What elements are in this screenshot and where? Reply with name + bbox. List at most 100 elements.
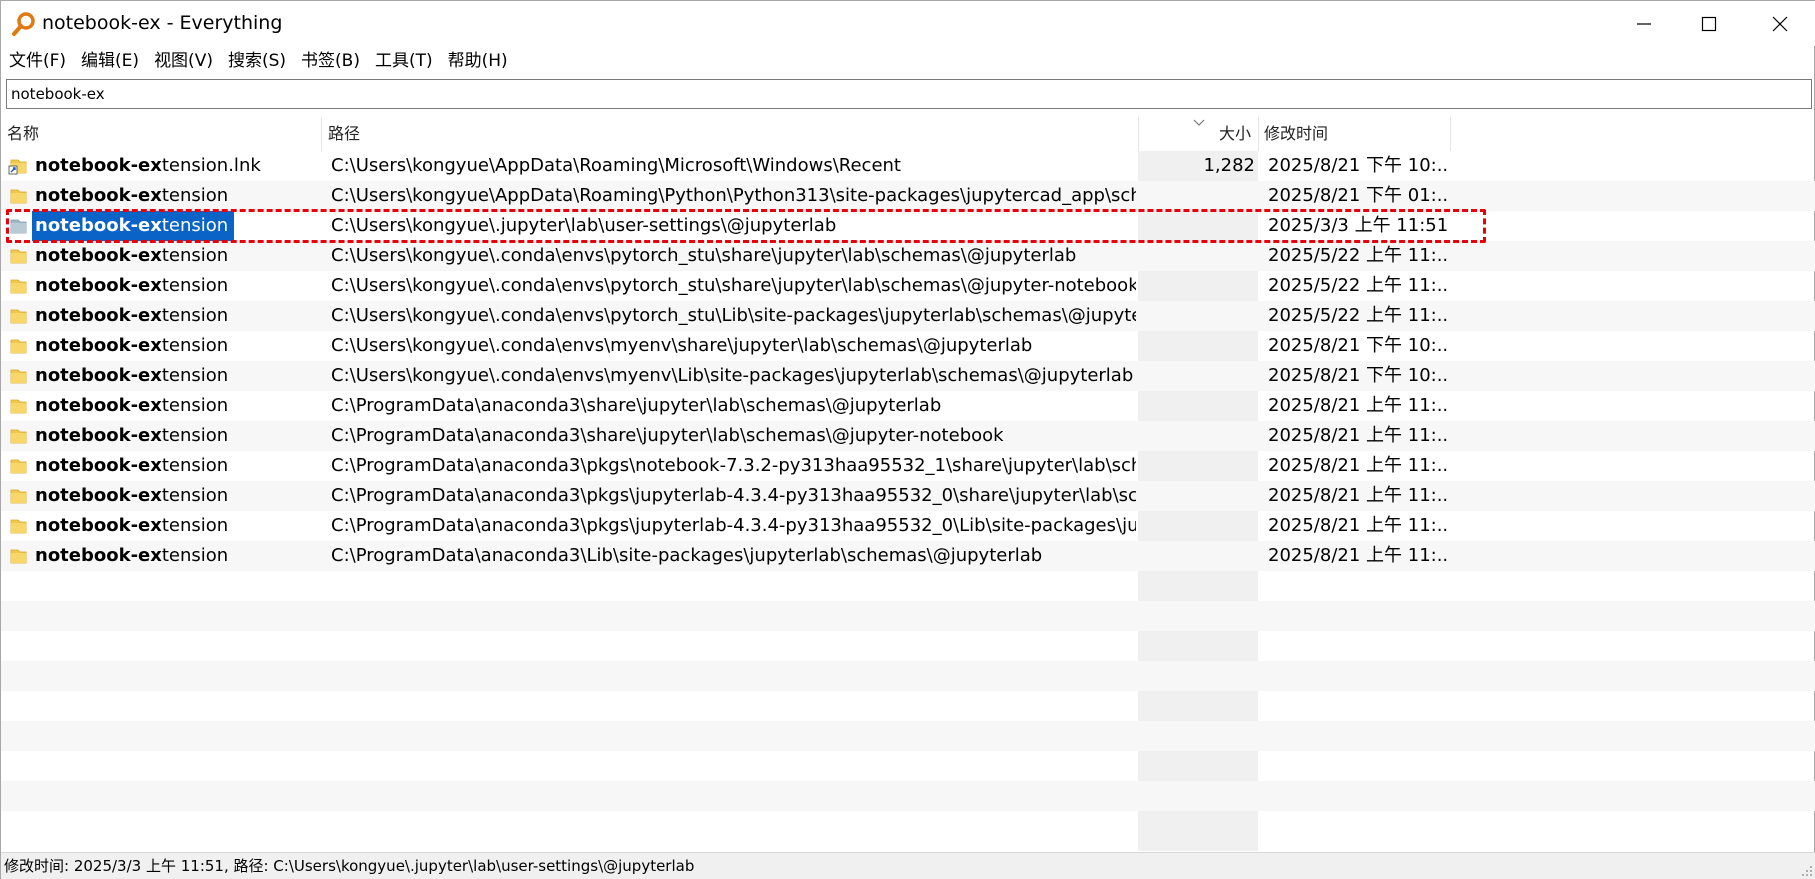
folder-icon [8,516,28,536]
modified-cell: 2025/3/3 上午 11:51 [1268,215,1448,236]
maximize-button[interactable] [1674,1,1744,46]
name-match-highlight: notebook-ex [35,485,162,506]
name-cell: notebook-extension [1,331,321,361]
menu-view[interactable]: 视图(V) [146,47,220,75]
path-cell: C:\ProgramData\anaconda3\share\jupyter\l… [331,395,942,416]
search-input[interactable] [7,80,1811,108]
status-bar: 修改时间: 2025/3/3 上午 11:51, 路径: C:\Users\ko… [1,852,1815,879]
name-match-highlight: notebook-ex [35,245,162,266]
menu-file[interactable]: 文件(F) [1,47,73,75]
name-rest: tension [161,515,229,536]
modified-cell: 2025/8/21 下午 10:... [1268,335,1448,356]
table-row[interactable]: notebook-extension C:\Users\kongyue\AppDa… [1,181,1815,211]
empty-row [1,751,1815,781]
name-match-highlight: notebook-ex [35,425,162,446]
search-box [6,79,1812,109]
path-cell: C:\Users\kongyue\.jupyter\lab\user-setti… [331,215,837,236]
name-cell: notebook-extension [1,451,321,481]
size-cell [1138,511,1255,541]
empty-row [1,781,1815,811]
path-cell: C:\Users\kongyue\.conda\envs\pytorch_stu… [331,275,1136,296]
modified-cell: 2025/8/21 上午 11:... [1268,425,1448,446]
column-header-size[interactable]: 大小 [1219,117,1251,151]
table-row[interactable]: notebook-extension C:\Users\kongyue\.cond… [1,241,1815,271]
column-header-modified[interactable]: 修改时间 [1264,117,1328,151]
file-name: notebook-extension [35,181,232,211]
name-cell: notebook-extension.lnk [1,151,321,181]
column-header-path[interactable]: 路径 [328,117,360,151]
menu-bar: 文件(F) 编辑(E) 视图(V) 搜索(S) 书签(B) 工具(T) 帮助(H… [1,46,515,76]
name-match-highlight: notebook-ex [35,155,162,176]
size-cell [1138,451,1255,481]
name-rest: tension.lnk [161,155,261,176]
size-cell [1138,361,1255,391]
minimize-button[interactable] [1609,1,1679,46]
folder-icon [8,546,28,566]
name-rest: tension [161,455,229,476]
table-row[interactable]: notebook-extension C:\ProgramData\anacond… [1,481,1815,511]
table-row[interactable]: notebook-extension C:\ProgramData\anacond… [1,421,1815,451]
name-match-highlight: notebook-ex [35,215,162,236]
menu-bookmarks[interactable]: 书签(B) [293,47,367,75]
table-row[interactable]: notebook-extension C:\Users\kongyue\.cond… [1,331,1815,361]
close-icon [1772,16,1788,31]
table-row[interactable]: notebook-extension C:\ProgramData\anacond… [1,541,1815,571]
column-divider[interactable] [321,117,322,151]
shortcut-icon [8,156,28,176]
folder-icon [8,246,28,266]
results-list[interactable]: notebook-extension.lnk C:\Users\kongyue\A… [1,151,1815,851]
path-cell: C:\Users\kongyue\.conda\envs\pytorch_stu… [331,245,1077,266]
size-cell [1138,331,1255,361]
table-row[interactable]: notebook-extension C:\ProgramData\anacond… [1,391,1815,421]
file-name: notebook-extension [35,391,232,421]
file-name: notebook-extension [35,301,232,331]
empty-row [1,721,1815,751]
modified-cell: 2025/8/21 下午 01:... [1268,185,1448,206]
name-cell: notebook-extension [1,181,321,211]
menu-help[interactable]: 帮助(H) [440,47,515,75]
name-match-highlight: notebook-ex [35,395,162,416]
name-cell: notebook-extension [1,211,321,241]
table-row[interactable]: notebook-extension C:\ProgramData\anacond… [1,451,1815,481]
folder-icon [8,366,28,386]
menu-search[interactable]: 搜索(S) [220,47,293,75]
file-name: notebook-extension [32,211,235,241]
name-match-highlight: notebook-ex [35,455,162,476]
name-rest: tension [161,275,229,296]
title-bar[interactable]: notebook-ex - Everything [1,1,1815,46]
modified-cell: 2025/8/21 上午 11:... [1268,515,1448,536]
name-rest: tension [161,485,229,506]
menu-tools[interactable]: 工具(T) [367,47,440,75]
file-name: notebook-extension [35,361,232,391]
size-cell: 1,282 [1203,155,1255,176]
column-divider[interactable] [1450,117,1451,151]
modified-cell: 2025/8/21 上午 11:... [1268,545,1448,566]
table-row[interactable]: notebook-extension C:\Users\kongyue\.cond… [1,361,1815,391]
name-cell: notebook-extension [1,511,321,541]
empty-row [1,661,1815,691]
size-cell [1138,181,1255,211]
column-divider[interactable] [1138,117,1139,151]
column-divider[interactable] [1258,117,1259,151]
table-row-selected[interactable]: notebook-extension C:\Users\kongyue\.jupy… [1,211,1815,241]
file-name: notebook-extension [35,481,232,511]
name-match-highlight: notebook-ex [35,275,162,296]
name-rest: tension [161,335,229,356]
path-cell: C:\Users\kongyue\AppData\Roaming\Microso… [331,155,901,176]
table-row[interactable]: notebook-extension C:\ProgramData\anacond… [1,511,1815,541]
modified-cell: 2025/5/22 上午 11:... [1268,305,1448,326]
table-row[interactable]: notebook-extension C:\Users\kongyue\.cond… [1,271,1815,301]
name-cell: notebook-extension [1,271,321,301]
close-button[interactable] [1745,1,1815,46]
table-row[interactable]: notebook-extension C:\Users\kongyue\.cond… [1,301,1815,331]
column-header-name[interactable]: 名称 [7,117,39,151]
path-cell: C:\Users\kongyue\.conda\envs\myenv\share… [331,335,1033,356]
app-window: notebook-ex - Everything 文件(F) 编辑(E) 视图(… [0,0,1815,879]
menu-edit[interactable]: 编辑(E) [73,47,146,75]
table-row[interactable]: notebook-extension.lnk C:\Users\kongyue\A… [1,151,1815,181]
status-text: 修改时间: 2025/3/3 上午 11:51, 路径: C:\Users\ko… [4,857,695,875]
resize-grip-icon[interactable] [1800,864,1814,878]
name-match-highlight: notebook-ex [35,335,162,356]
empty-row [1,571,1815,601]
name-match-highlight: notebook-ex [35,305,162,326]
